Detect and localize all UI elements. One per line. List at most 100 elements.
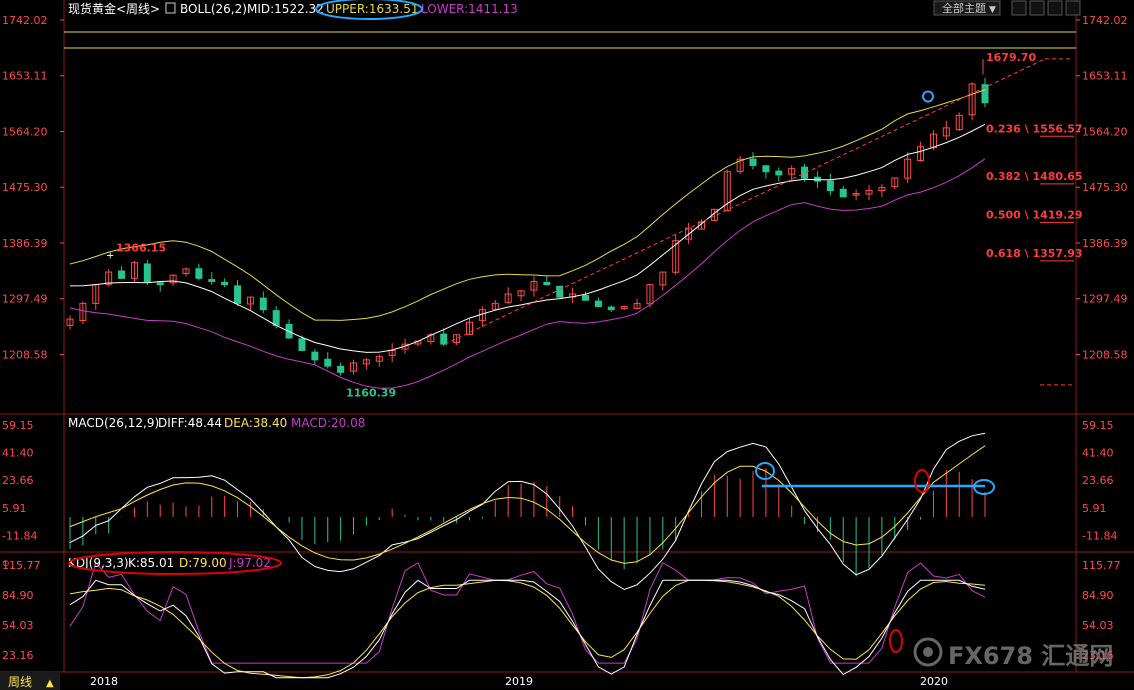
kdj-axis-label-right: 115.77 [1082,559,1121,572]
candle-body [324,358,332,367]
spike-highlight-circle [922,90,934,103]
boll-lower-line [69,158,986,389]
boll-upper-value: UPPER:1633.51 [326,2,418,16]
kdj-red-circle [889,629,903,653]
candle-body [749,158,757,166]
macd-axis-label-right: -11.84 [1082,529,1117,542]
price-axis-label-right: 1475.30 [1082,181,1128,194]
kdj-k-value: K:85.01 [128,556,174,570]
candle-body [259,297,267,311]
candle-body [594,300,602,308]
fib-label: 0.500 \ 1419.29 [986,208,1083,221]
candle-body [440,333,448,345]
boll-label: BOLL(26,2) [180,2,247,16]
fx678-watermark: FX678 汇通网 [913,637,1113,670]
price-axis-label-left: 1475.30 [2,181,48,194]
kdj-axis-label-right: 54.03 [1082,619,1114,632]
period-label: 周线 [8,675,32,689]
candle-body [208,279,216,282]
price-axis-label-right: 1653.11 [1082,70,1128,83]
macd-axis-label-right: 5.91 [1082,502,1107,515]
fib-label: 0.618 \ 1357.93 [986,247,1083,260]
price-axis-label-right: 1208.58 [1082,348,1128,361]
candle-body [775,170,783,176]
kdj-d-value: D:79.00 [179,556,227,570]
price-axis-label-left: 1653.11 [2,70,48,83]
high-2020-label: 1679.70 [986,51,1036,64]
candle-body [234,285,242,304]
kdj-panel[interactable] [69,561,986,679]
trend-line [444,58,1046,345]
fib-label: 0.382 \ 1480.65 [986,170,1083,183]
kdj-settings-icon[interactable]: ⊙ [2,559,10,569]
boll-mid-value: MID:1522.32 [247,2,324,16]
high-2018-label: 1366.15 [116,242,166,255]
price-panel[interactable]: 0.236 \ 1556.57 0.382 \ 1480.65 0.500 \ 14… [66,51,1083,400]
high-marker: + [106,251,114,262]
candle-body [118,270,126,279]
candle-body [543,281,551,286]
boll-upper-line [69,89,986,321]
year-label-2020: 2020 [920,675,948,688]
candle-body [195,268,203,279]
price-axis-label-left: 1386.39 [2,237,48,250]
macd-axis-label-left: 5.91 [2,502,27,515]
price-axis-label-left: 1208.58 [2,348,48,361]
year-label-2018: 2018 [90,675,118,688]
symbol-title: 现货黄金<周线> [68,1,160,16]
price-axis-label-left: 1564.20 [2,125,48,138]
chevron-down-icon: ▼ [989,5,996,15]
kdj-axis-label-left: 54.03 [2,619,34,632]
kdj-axis-label-left: 23.16 [2,649,34,662]
candle-body [762,165,770,173]
macd-macd-value: MACD:20.08 [291,416,365,430]
macd-axis-label-right: 23.66 [1082,474,1114,487]
macd-label: MACD(26,12,9) [68,416,159,430]
indicator-icon[interactable] [165,2,176,14]
kdj-axis-label-left: 84.90 [2,589,34,602]
price-axis-label-left: 1742.02 [2,14,48,27]
macd-dea-value: DEA:38.40 [224,416,287,430]
year-label-2019: 2019 [505,675,533,688]
boll-lower-value: LOWER:1411.13 [421,2,518,16]
candle-body [221,281,229,286]
minimize-button[interactable] [1047,0,1063,16]
candle-body [156,282,164,286]
boll-mid-line [69,123,986,353]
candle-body [143,263,151,282]
price-axis-label-right: 1297.49 [1082,293,1128,306]
candle-body [298,338,306,351]
settings-button[interactable] [1011,0,1027,16]
price-axis-label-left: 1297.49 [2,293,48,306]
macd-axis-label-left: 59.15 [2,419,34,432]
macd-red-circle [914,469,930,493]
period-chevron-icon: ▲ [46,678,54,689]
candle-body [556,285,564,298]
candle-body [311,351,319,361]
theme-dropdown-label: 全部主题 [942,1,986,15]
macd-dea-line [69,445,986,564]
price-axis-label-right: 1386.39 [1082,237,1128,250]
macd-axis-label-left: 41.40 [2,447,34,460]
candle-body [839,188,847,198]
close-button[interactable] [1065,0,1081,16]
candle-body [826,180,834,192]
price-axis-label-right: 1742.02 [1082,14,1128,27]
gold-weekly-chart[interactable]: 1742.02 1742.02 1653.11 1653.11 1564.20 1564.… [0,0,1134,690]
chart-frame: 1742.02 1742.02 1653.11 1653.11 1564.20 1564.… [0,0,1134,673]
fib-label: 0.236 \ 1556.57 [986,122,1083,135]
low-2018-label: 1160.39 [346,387,396,400]
maximize-button[interactable] [1029,0,1045,16]
candle-body [581,294,589,301]
macd-axis-label-right: 59.15 [1082,419,1114,432]
macd-axis-label-right: 41.40 [1082,447,1114,460]
kdj-axis-label-right: 84.90 [1082,589,1114,602]
macd-axis-label-left: -11.84 [2,529,37,542]
price-axis-label-right: 1564.20 [1082,125,1128,138]
watermark-text: FX678 汇通网 [948,642,1113,670]
candle-body [337,365,345,373]
candle-body [607,306,615,311]
candle-body [272,310,280,326]
macd-diff-value: DIFF:48.44 [158,416,222,430]
macd-axis-label-left: 23.66 [2,474,34,487]
